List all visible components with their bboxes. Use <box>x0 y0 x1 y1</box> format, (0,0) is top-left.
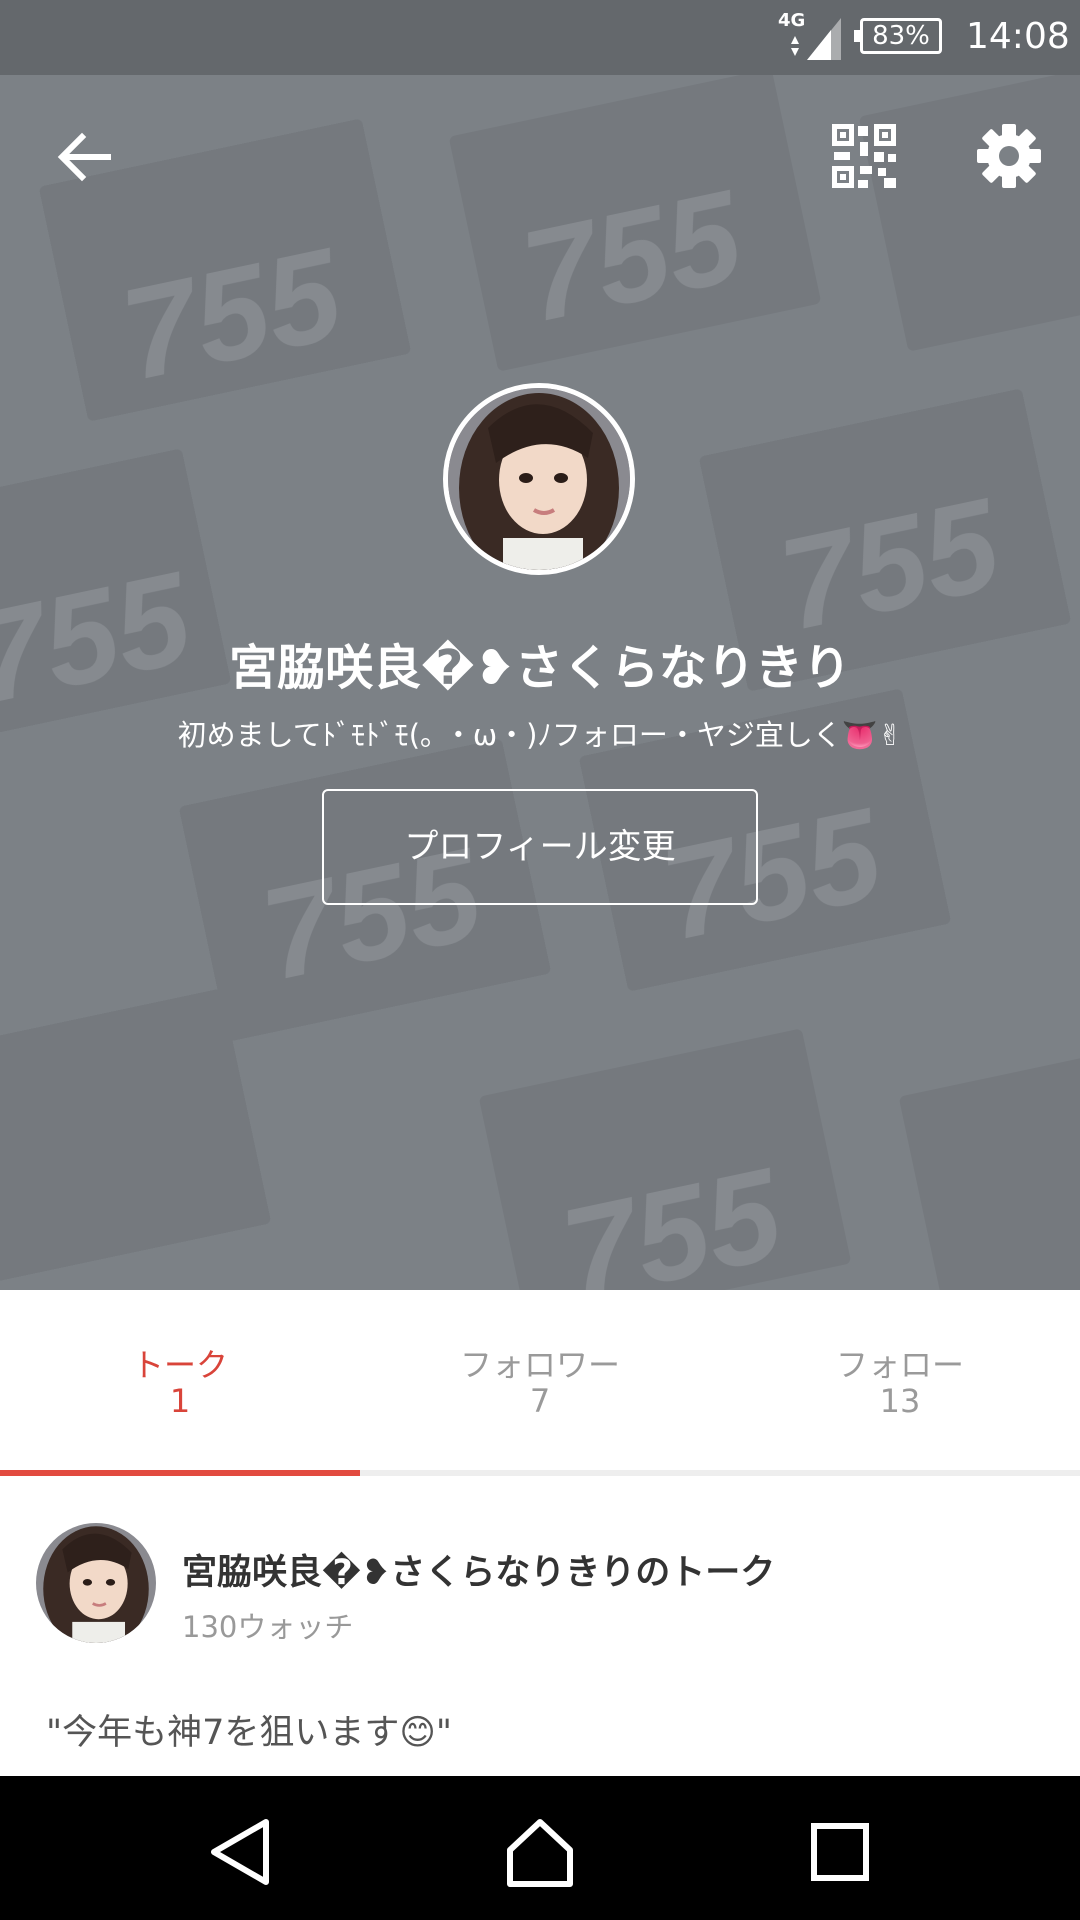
talk-watch-count: 130ウォッチ <box>182 1610 354 1644</box>
tab-followers-count: 7 <box>529 1382 551 1420</box>
profile-name: 宮脇咲良�❥さくらなりきり <box>229 640 851 696</box>
profile-header: 755 755 755 755 755 755 755 4G 83% 14:08 <box>0 0 1080 1290</box>
profile-bio: 初めましてﾄﾞﾓﾄﾞﾓ(｡ ・ω・)ﾉフォロー・ヤジ宜しく👅✌ <box>177 718 903 752</box>
tab-followers-label: フォロワー <box>459 1346 620 1384</box>
tab-followers[interactable]: フォロワー 7 <box>360 1290 720 1470</box>
talk-avatar-photo <box>36 1523 156 1643</box>
signal-icon <box>791 18 841 60</box>
edit-profile-button[interactable]: プロフィール変更 <box>322 789 758 905</box>
nav-back-icon[interactable] <box>200 1812 280 1892</box>
avatar-photo <box>448 388 630 570</box>
gear-icon[interactable] <box>975 122 1043 190</box>
talk-latest-post: "今年も神7を狙います😊" <box>46 1713 452 1753</box>
tab-following[interactable]: フォロー 13 <box>720 1290 1080 1470</box>
qr-code-icon[interactable] <box>830 122 898 190</box>
status-bar: 4G 83% 14:08 <box>0 0 1080 75</box>
tab-talk[interactable]: トーク 1 <box>0 1290 360 1470</box>
tab-talk-count: 1 <box>169 1382 191 1420</box>
tab-following-label: フォロー <box>835 1346 964 1384</box>
talk-card[interactable]: 宮脇咲良�❥さくらなりきりのトーク 130ウォッチ "今年も神7を狙います😊" <box>0 1476 1080 1776</box>
tab-following-count: 13 <box>879 1382 921 1420</box>
nav-home-icon[interactable] <box>500 1812 580 1892</box>
back-arrow-icon[interactable] <box>52 125 116 189</box>
profile-avatar[interactable] <box>443 383 635 575</box>
talk-title: 宮脇咲良�❥さくらなりきりのトーク <box>182 1553 776 1593</box>
talk-avatar <box>36 1523 156 1643</box>
nav-recents-icon[interactable] <box>800 1812 880 1892</box>
clock: 14:08 <box>966 16 1070 57</box>
battery-indicator: 83% <box>854 18 942 54</box>
system-navigation-bar <box>0 1776 1080 1920</box>
profile-tabs: トーク 1 フォロワー 7 フォロー 13 <box>0 1290 1080 1476</box>
tab-talk-label: トーク <box>131 1346 228 1384</box>
